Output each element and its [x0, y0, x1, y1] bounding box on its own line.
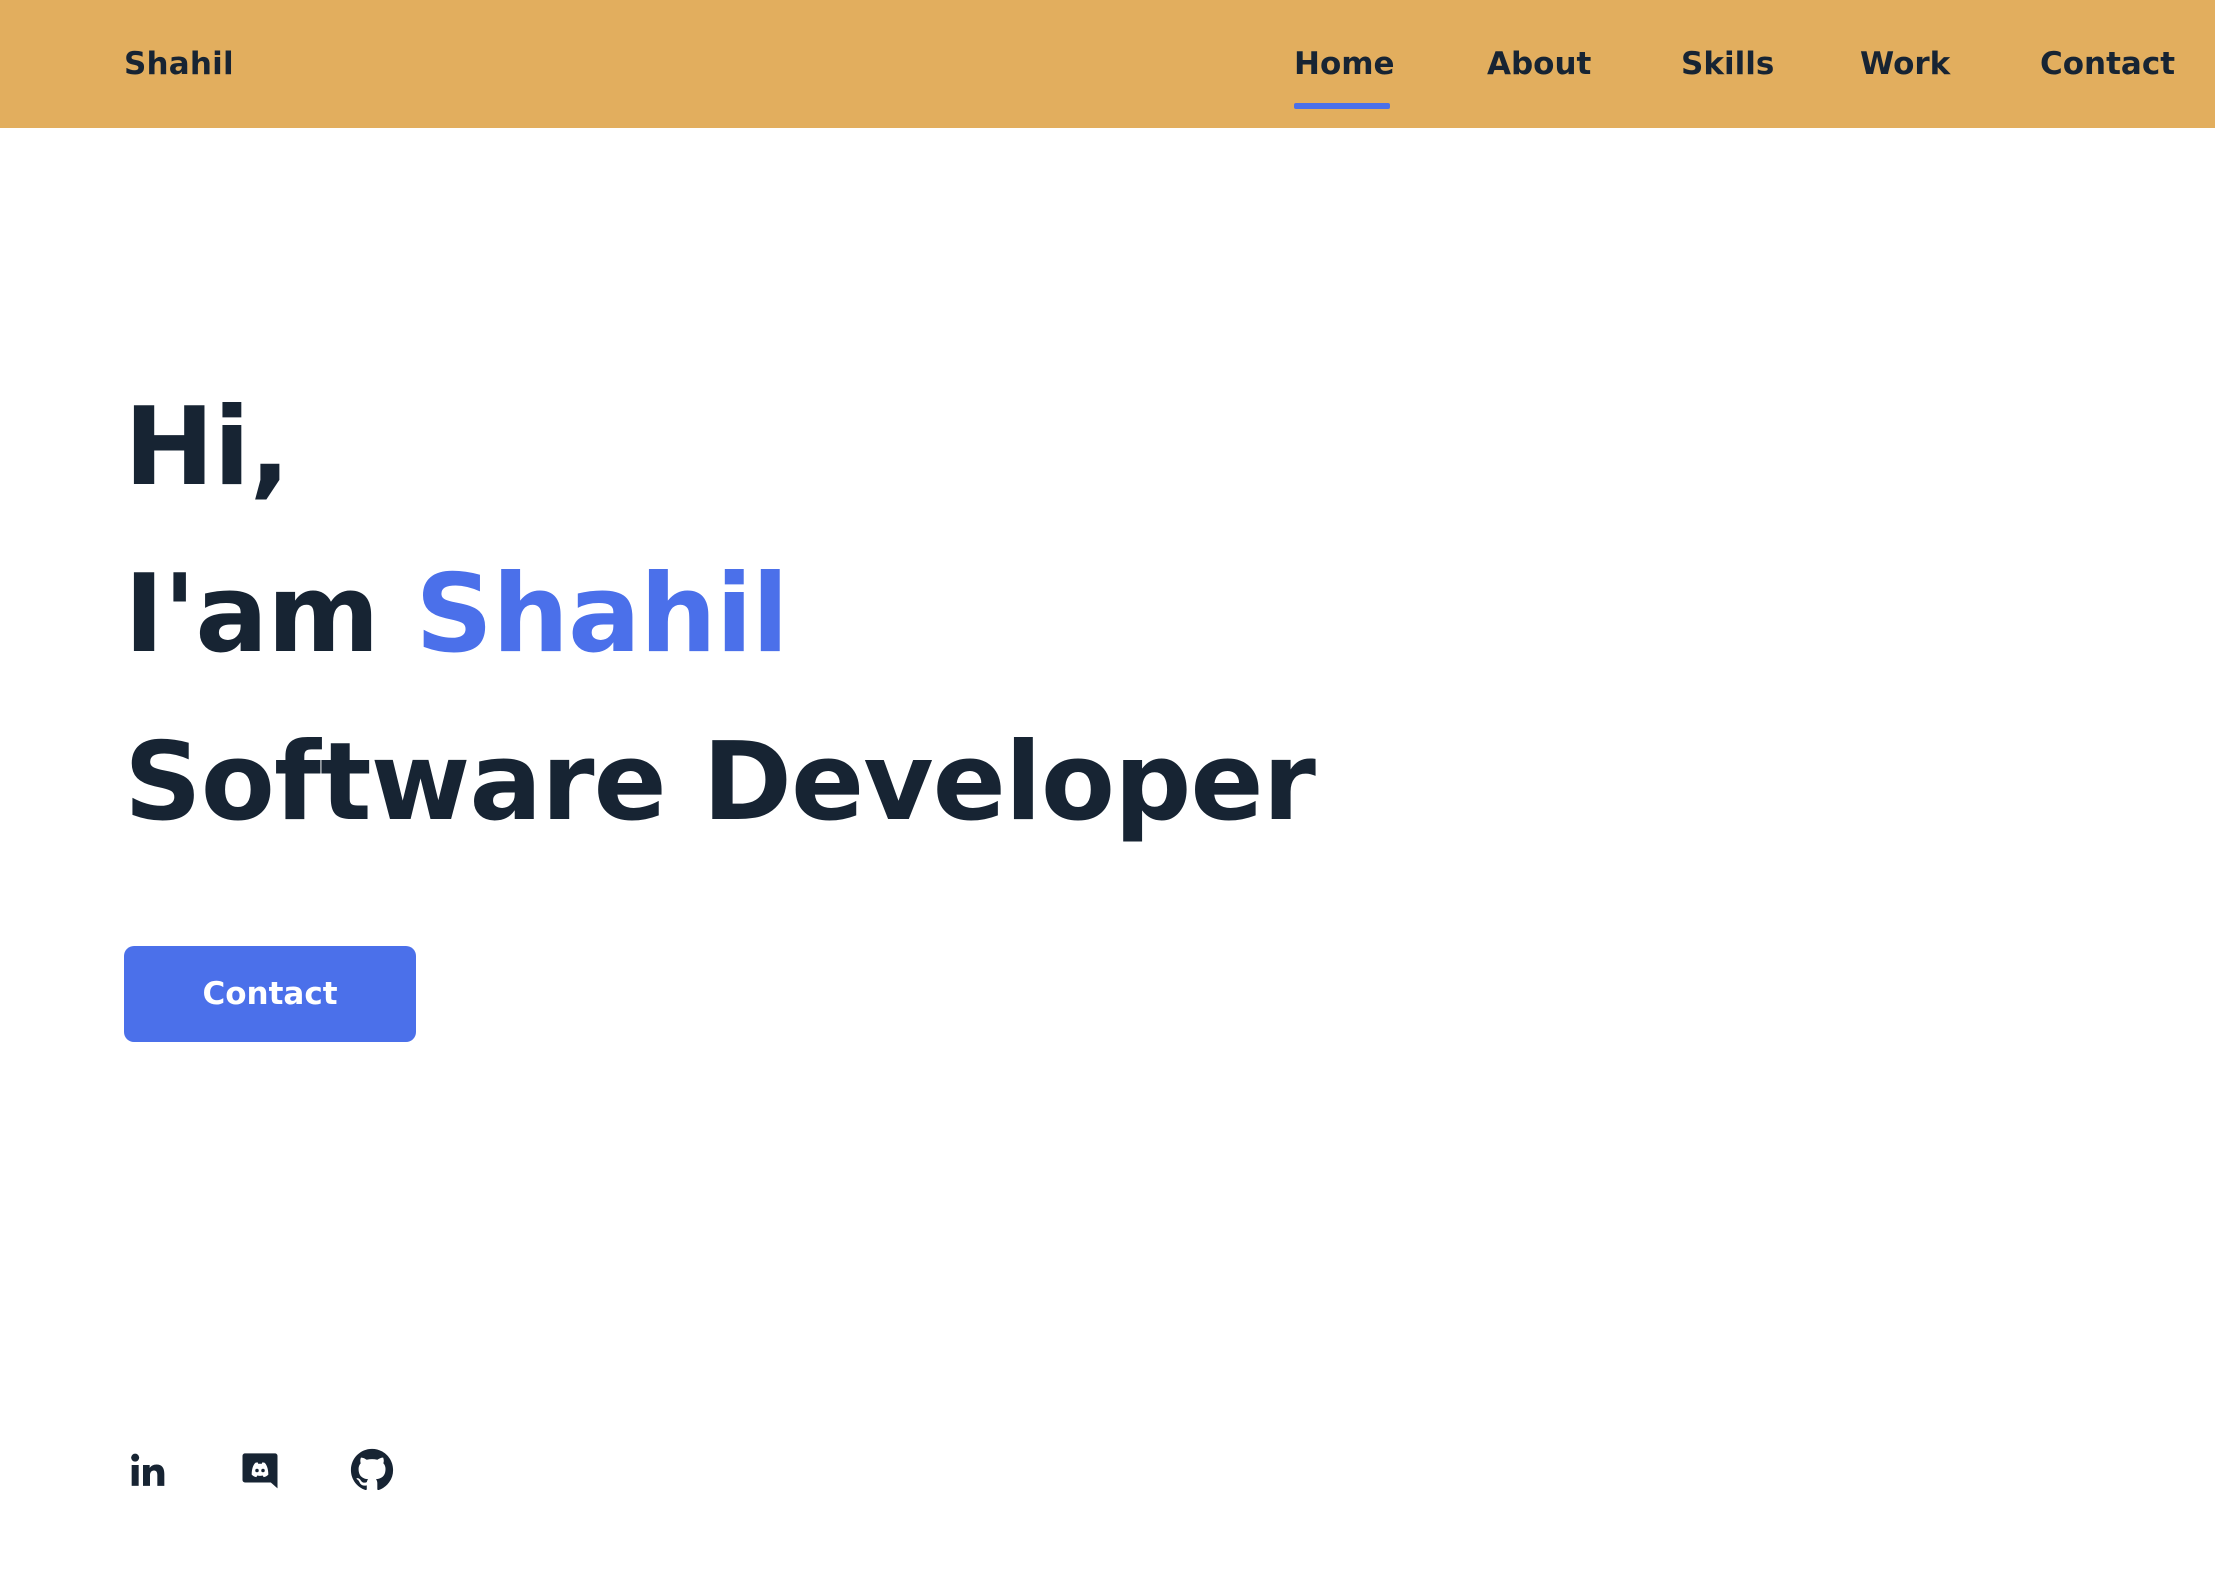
hero-role: Software Developer — [124, 720, 1316, 845]
hero-name: Shahil — [415, 552, 788, 677]
site-header: Shahil Home About Skills Work Contact — [0, 0, 2215, 128]
site-logo[interactable]: Shahil — [124, 0, 234, 128]
discord-icon — [242, 1453, 278, 1489]
nav-link-work[interactable]: Work — [1860, 0, 1950, 128]
hero-intro-prefix: I'am — [124, 552, 380, 677]
hero-intro: I'am Shahil — [124, 545, 789, 685]
github-icon — [350, 1448, 394, 1491]
nav-link-contact[interactable]: Contact — [2040, 0, 2175, 128]
linkedin-link[interactable] — [124, 1446, 172, 1494]
github-link[interactable] — [348, 1446, 396, 1494]
nav-link-skills[interactable]: Skills — [1681, 0, 1774, 128]
hero-greeting: Hi, — [124, 385, 290, 510]
linkedin-icon — [131, 1453, 165, 1486]
nav-link-about[interactable]: About — [1487, 0, 1591, 128]
discord-link[interactable] — [236, 1446, 284, 1494]
contact-button[interactable]: Contact — [124, 946, 416, 1042]
active-nav-indicator — [1294, 103, 1390, 109]
